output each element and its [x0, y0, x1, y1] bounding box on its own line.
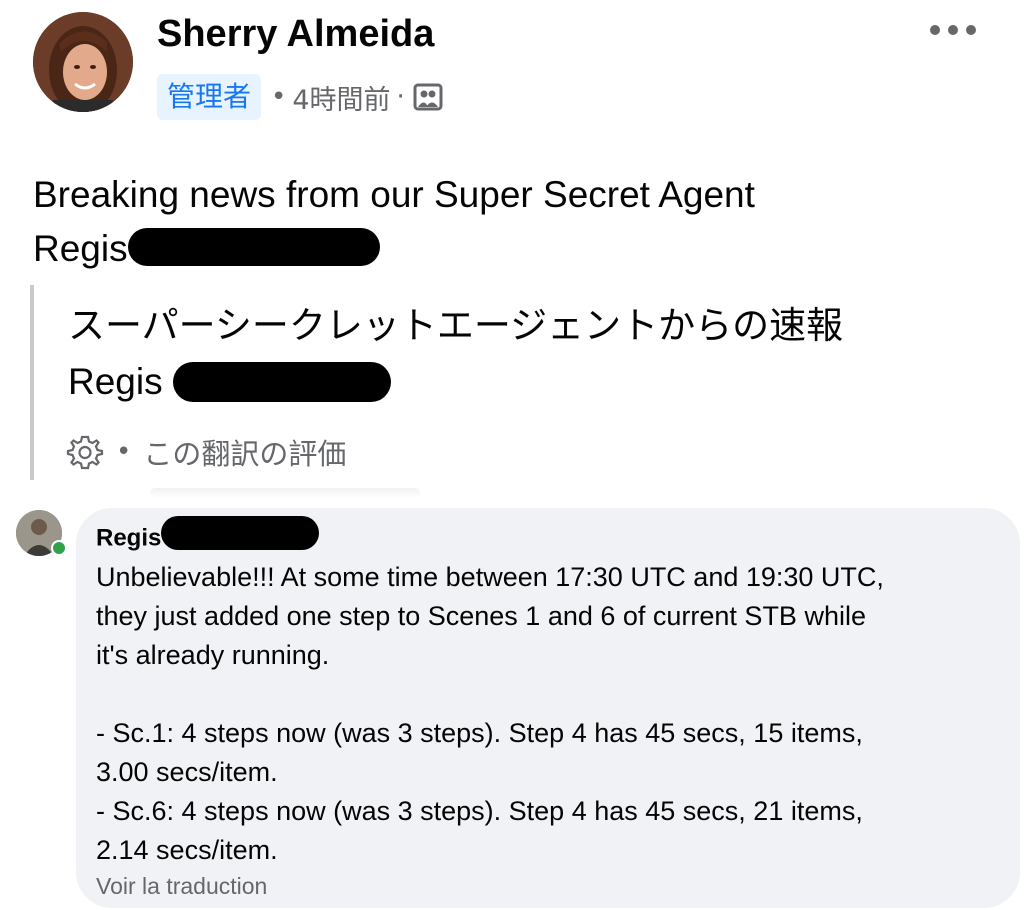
post-timestamp[interactable]: 4時間前 — [292, 78, 390, 117]
separator-dot: · — [396, 82, 405, 112]
more-options-icon[interactable] — [930, 18, 976, 42]
group-audience-icon — [413, 83, 443, 111]
comment-line: 3.00 secs/item. — [96, 757, 278, 787]
see-translation-link[interactable]: Voir la traduction — [96, 870, 267, 902]
post-text: Breaking news from our Super Secret Agen… — [33, 168, 933, 276]
post-text-line: Breaking news from our Super Secret Agen… — [33, 174, 755, 215]
comment-line: 2.14 secs/item. — [96, 835, 278, 865]
commenter-name-text[interactable]: Regis — [96, 524, 161, 551]
post-text-name: Regis — [33, 228, 128, 269]
gear-icon[interactable] — [66, 433, 104, 471]
redaction-mark — [127, 228, 380, 267]
comment-line: it's already running. — [96, 640, 330, 670]
redaction-mark — [172, 362, 391, 403]
translated-text-name: Regis — [68, 361, 163, 402]
comment-line: they just added one step to Scenes 1 and… — [96, 601, 866, 631]
translated-text: スーパーシークレットエージェントからの速報 Regis — [68, 298, 988, 410]
rate-translation-row: • この翻訳の評価 — [66, 430, 346, 474]
author-name[interactable]: Sherry Almeida — [157, 10, 434, 58]
role-badge[interactable]: 管理者 — [157, 74, 262, 120]
comment-text: Unbelievable!!! At some time between 17:… — [96, 558, 996, 870]
comment-line: - Sc.6: 4 steps now (was 3 steps). Step … — [96, 796, 863, 826]
comment-line: Unbelievable!!! At some time between 17:… — [96, 562, 884, 592]
online-status-indicator — [51, 540, 67, 556]
faint-divider — [150, 488, 420, 498]
separator-dot: • — [116, 437, 132, 467]
translation-quote-bar — [30, 285, 34, 480]
author-avatar[interactable] — [33, 12, 133, 112]
redaction-mark — [161, 516, 320, 550]
rate-translation-link[interactable]: この翻訳の評価 — [143, 431, 346, 473]
commenter-name[interactable]: Regis — [96, 516, 320, 556]
translated-text-line: スーパーシークレットエージェントからの速報 — [68, 305, 844, 346]
comment-line: - Sc.1: 4 steps now (was 3 steps). Step … — [96, 718, 863, 748]
separator-dot: • — [271, 82, 287, 112]
post-meta: 管理者 • 4時間前 · — [157, 72, 443, 122]
